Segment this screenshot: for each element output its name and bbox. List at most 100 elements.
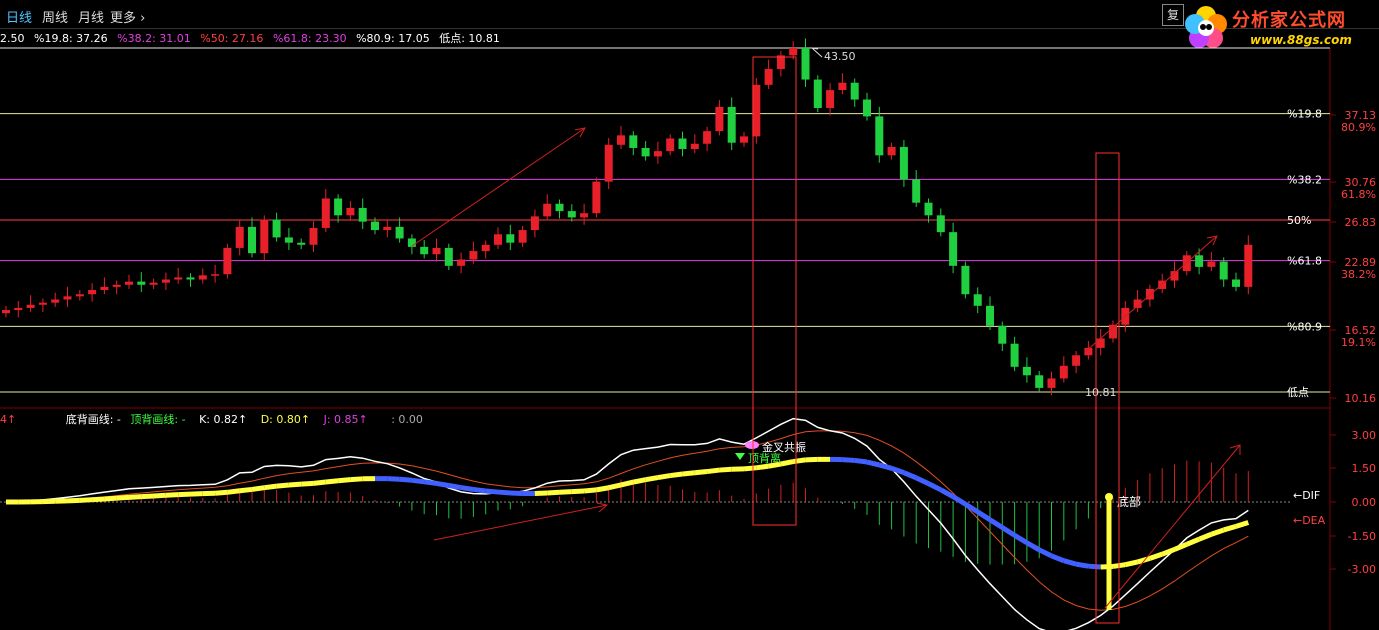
tab-monthly[interactable]: 月线	[78, 7, 104, 26]
candle-body	[211, 274, 220, 276]
candle-body	[407, 238, 416, 247]
ind-axis-label-1: 1.50	[1352, 462, 1377, 475]
trend-band	[902, 470, 918, 481]
trend-band	[915, 475, 930, 486]
candle-body	[272, 219, 281, 238]
candle-body	[813, 79, 822, 108]
trend-band	[878, 462, 893, 471]
candle-body	[924, 202, 933, 216]
trend-band	[1112, 562, 1126, 569]
candle-body	[506, 234, 515, 243]
candle-body	[986, 305, 994, 326]
candle-body	[789, 48, 798, 56]
ind-legend-6: : 0.00	[391, 413, 423, 426]
trend-band	[743, 465, 757, 472]
candle-body	[703, 131, 712, 144]
candle-body	[887, 146, 896, 156]
fib-label-0: %19.8	[1287, 108, 1322, 121]
candle-body	[1022, 366, 1031, 376]
candle-body	[26, 304, 35, 308]
trend-band	[313, 479, 327, 486]
tab-more[interactable]: 更多 ›	[110, 7, 145, 26]
candle-body	[1232, 279, 1240, 287]
candle-body	[752, 84, 761, 137]
site-logo: 分析家公式网 www.88gs.com	[1180, 2, 1379, 54]
trend-band	[1038, 547, 1053, 559]
trend-band	[534, 490, 548, 496]
candle-body	[567, 211, 576, 218]
trend-band	[263, 483, 277, 491]
candle-body	[149, 282, 158, 285]
candle-body	[1010, 343, 1019, 367]
price-axis: 37.1380.9% 30.7661.8% 26.83 22.8938.2% 16.52…	[1330, 109, 1376, 405]
tab-weekly[interactable]: 周线	[42, 7, 68, 26]
low-label: 10.81	[1085, 386, 1117, 399]
axis-pct-0: 80.9%	[1341, 121, 1376, 134]
candle-body	[1170, 271, 1179, 281]
high-label: 43.50	[824, 50, 856, 63]
uptrend-arrow-1	[411, 127, 586, 247]
dea-label: ←DEA	[1293, 514, 1326, 527]
trend-band	[128, 494, 142, 500]
candle-body	[764, 69, 773, 85]
fib-legend-4: %61.8: 23.30	[272, 32, 347, 45]
ind-legend-1: 底背画线: -	[65, 413, 121, 426]
trend-band	[768, 461, 782, 469]
trend-band	[595, 485, 610, 493]
candle-body	[863, 99, 871, 117]
candle-body	[1047, 378, 1056, 388]
candle-body	[604, 144, 613, 182]
trend-band	[423, 479, 437, 486]
candle-body	[371, 221, 379, 231]
trend-band	[1161, 547, 1176, 557]
candle-body	[1096, 338, 1105, 348]
candle-body	[690, 143, 699, 150]
fib-legend-2: %38.2: 31.01	[117, 32, 191, 45]
candles	[2, 38, 1253, 396]
candle-body	[1195, 255, 1204, 267]
candle-body	[998, 325, 1007, 344]
axis-pct-4: 19.1%	[1341, 336, 1376, 349]
top-divergence-box	[752, 56, 797, 526]
trend-band	[1198, 531, 1213, 542]
candle-body	[629, 135, 638, 148]
candle-body	[1121, 307, 1130, 325]
fib-label-1: %38.2	[1287, 173, 1322, 186]
candle-body	[14, 307, 23, 311]
trend-band	[1235, 520, 1250, 529]
candle-body	[235, 226, 244, 248]
candle-body	[346, 207, 355, 216]
macd-arrow-1	[433, 504, 608, 541]
candle-body	[1109, 324, 1117, 339]
trend-band	[239, 486, 253, 494]
candle-body	[198, 275, 207, 280]
candle-body	[321, 198, 330, 228]
trend-band	[1063, 558, 1077, 567]
fib-label-3: %61.8	[1287, 255, 1322, 268]
candle-body	[2, 310, 10, 314]
trend-band	[1000, 525, 1016, 538]
candle-body	[1158, 280, 1167, 289]
candle-body	[469, 251, 478, 260]
indicator-pane: 3.00 1.50 0.00 -1.50 -3.00	[0, 417, 1377, 630]
candle-body	[75, 294, 84, 297]
candle-body	[961, 265, 970, 295]
tab-daily[interactable]: 日线	[6, 7, 32, 26]
bottom-marker-dot-icon	[1105, 493, 1113, 501]
candle-body	[125, 281, 133, 285]
trend-band	[1210, 527, 1225, 537]
candle-body	[38, 302, 47, 305]
candle-body	[912, 179, 921, 203]
trend-band	[104, 495, 117, 502]
resonance-marker-icon	[745, 441, 759, 449]
fib-legend-0: 2.50	[0, 32, 25, 45]
ind-legend-0: 4↑	[0, 413, 17, 426]
ind-legend-2: 顶背画线: -	[130, 413, 186, 426]
trend-band	[276, 482, 290, 489]
trend-band	[682, 470, 696, 477]
trend-band	[620, 479, 634, 488]
trend-band	[1088, 563, 1101, 570]
trend-band	[337, 477, 351, 484]
candle-body	[260, 219, 269, 254]
candle-body	[838, 82, 847, 91]
